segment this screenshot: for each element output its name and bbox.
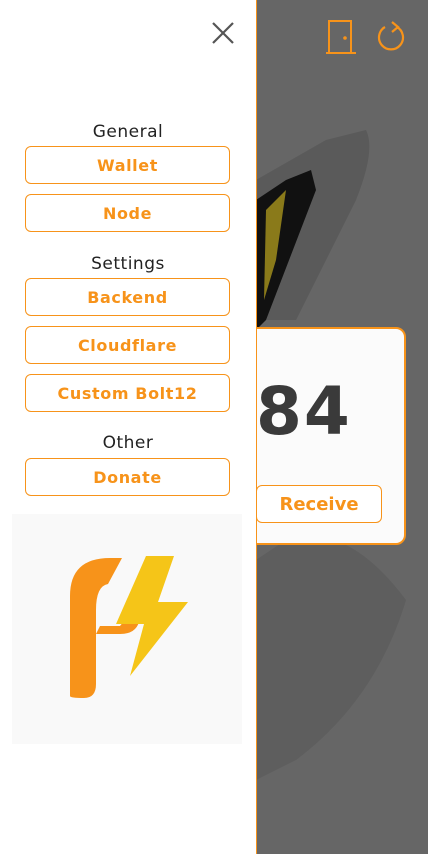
menu-item-cloudflare[interactable]: Cloudflare: [25, 326, 230, 364]
close-icon[interactable]: [208, 18, 238, 48]
header-actions: [322, 18, 410, 56]
balance-amount: 84: [256, 373, 352, 450]
menu-item-node[interactable]: Node: [25, 194, 230, 232]
menu-item-backend[interactable]: Backend: [25, 278, 230, 316]
section-title-settings: Settings: [91, 254, 165, 274]
door-exit-icon[interactable]: [322, 18, 360, 56]
menu-item-wallet[interactable]: Wallet: [25, 146, 230, 184]
menu-item-donate[interactable]: Donate: [25, 458, 230, 496]
app-logo: [12, 514, 242, 744]
section-title-general: General: [92, 122, 164, 142]
menu-item-custom-bolt12[interactable]: Custom Bolt12: [25, 374, 230, 412]
section-title-other: Other: [102, 433, 154, 453]
receive-button[interactable]: Receive: [256, 485, 382, 523]
side-drawer: General Wallet Node Settings Backend Clo…: [0, 0, 257, 854]
refresh-icon[interactable]: [372, 18, 410, 56]
logo-icon: [70, 556, 188, 698]
